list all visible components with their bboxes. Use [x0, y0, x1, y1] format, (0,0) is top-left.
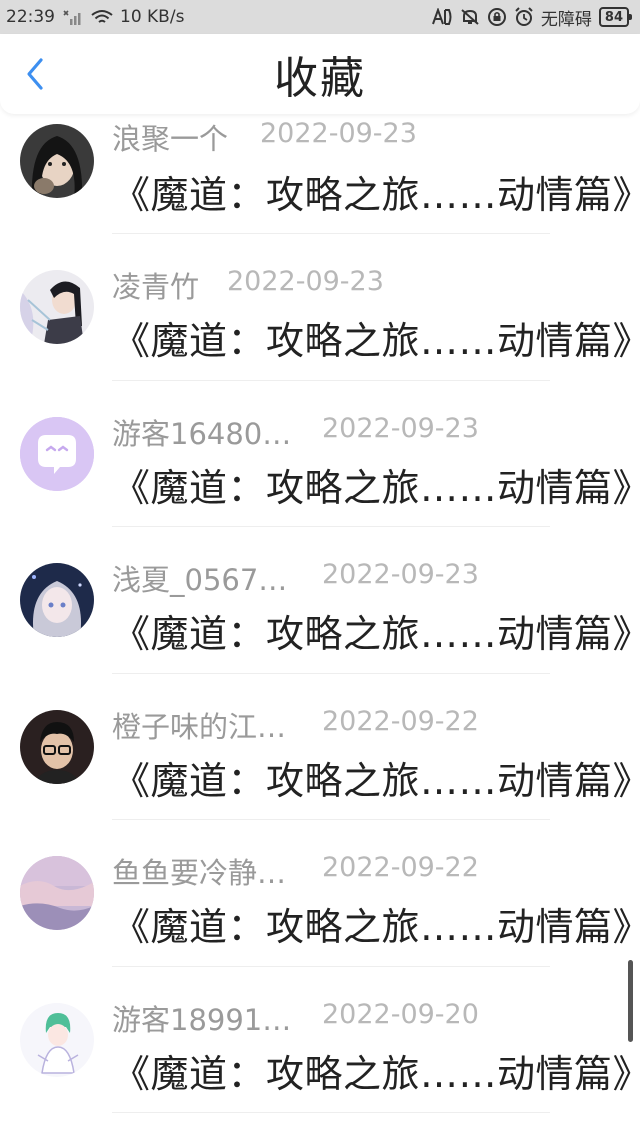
- time: 22:39: [6, 7, 55, 27]
- hd-icon: [431, 8, 453, 26]
- date: 2022-09-23: [260, 118, 417, 149]
- username: 凌青竹: [112, 270, 200, 304]
- item-meta: 凌青竹: [112, 264, 199, 306]
- date: 2022-09-23: [322, 412, 479, 444]
- avatar: [20, 563, 94, 637]
- item-title: 《魔道：攻略之旅……动情篇》: [112, 319, 640, 363]
- status-bar: 22:39 10 KB/s 无障碍 84: [0, 0, 640, 34]
- header-bar: 收藏: [0, 34, 640, 114]
- scrollbar[interactable]: [628, 960, 633, 1042]
- list-item[interactable]: 橙子味的江… 2022-09-22 《魔道：攻略之旅……动情篇》: [0, 674, 640, 820]
- list-item[interactable]: 凌青竹 2022-09-23 《魔道：攻略之旅……动情篇》: [0, 234, 640, 381]
- lock-rotation-icon: [487, 7, 507, 27]
- page-title: 收藏: [274, 53, 366, 104]
- date: 2022-09-22: [322, 705, 479, 737]
- avatar: [20, 1002, 94, 1077]
- username: 浪聚一个: [112, 122, 229, 156]
- item-title: 《魔道：攻略之旅……动情篇》: [112, 758, 640, 803]
- mute-icon: [460, 8, 480, 26]
- item-meta: 浅夏_0567…: [112, 557, 287, 599]
- date: 2022-09-23: [227, 266, 384, 297]
- battery-icon: 84: [598, 7, 633, 27]
- list-item[interactable]: 浅夏_0567… 2022-09-23 《魔道：攻略之旅……动情篇》: [0, 527, 640, 674]
- username: 游客18991…: [112, 1002, 292, 1037]
- item-meta: 游客16480…: [112, 411, 291, 453]
- list-item[interactable]: 鱼鱼要冷静… 2022-09-22 《魔道：攻略之旅……动情篇》: [0, 820, 640, 967]
- accessibility-label: 无障碍: [540, 9, 592, 30]
- date: 2022-09-22: [322, 852, 479, 883]
- date: 2022-09-23: [322, 559, 479, 590]
- item-title: 《魔道：攻略之旅……动情篇》: [112, 173, 640, 217]
- chat-bubble-icon: [20, 416, 94, 491]
- avatar: [20, 416, 94, 491]
- date: 2022-09-20: [322, 998, 479, 1030]
- username: 浅夏_0567…: [112, 563, 288, 597]
- item-meta: 浪聚一个: [112, 116, 228, 158]
- username: 鱼鱼要冷静…: [112, 856, 287, 890]
- avatar: [20, 856, 94, 930]
- avatar: [20, 270, 94, 344]
- list-item[interactable]: 游客16480… 2022-09-23 《魔道：攻略之旅……动情篇》: [0, 381, 640, 527]
- divider: [112, 1112, 550, 1113]
- back-button[interactable]: [18, 56, 52, 92]
- network-speed: 10 KB/s: [120, 7, 185, 27]
- list-item[interactable]: 浪聚一个 2022-09-23 《魔道：攻略之旅……动情篇》: [0, 114, 640, 234]
- avatar: [20, 709, 94, 784]
- username: 游客16480…: [112, 416, 292, 451]
- battery-level: 84: [604, 9, 623, 25]
- signal-icon: [62, 9, 84, 25]
- item-title: 《魔道：攻略之旅……动情篇》: [112, 465, 640, 510]
- username: 橙子味的江…: [112, 709, 287, 744]
- item-title: 《魔道：攻略之旅……动情篇》: [112, 905, 640, 949]
- item-meta: 鱼鱼要冷静…: [112, 850, 286, 892]
- favorites-list: 浪聚一个 2022-09-23 《魔道：攻略之旅……动情篇》 凌青竹 2022-…: [0, 114, 640, 1113]
- wifi-icon: [91, 9, 113, 25]
- avatar: [20, 124, 94, 198]
- alarm-icon: [514, 7, 534, 27]
- item-meta: 橙子味的江…: [112, 704, 286, 746]
- item-title: 《魔道：攻略之旅……动情篇》: [112, 612, 640, 656]
- item-meta: 游客18991…: [112, 997, 291, 1039]
- list-item[interactable]: 游客18991… 2022-09-20 《魔道：攻略之旅……动情篇》: [0, 967, 640, 1113]
- chevron-left-icon: [27, 58, 43, 90]
- item-title: 《魔道：攻略之旅……动情篇》: [112, 1051, 640, 1096]
